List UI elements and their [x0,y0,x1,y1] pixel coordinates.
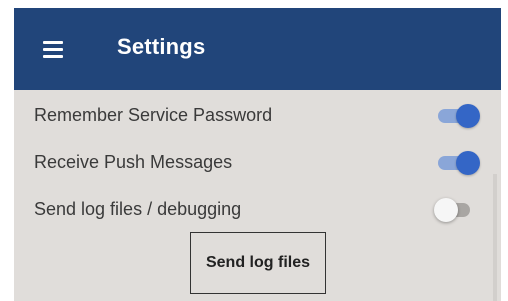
app-bar: Settings [14,8,501,90]
page-title: Settings [117,34,206,59]
scrollbar[interactable] [493,174,497,301]
settings-screen: Settings Remember Service Password Recei… [14,8,501,301]
hamburger-menu-icon[interactable] [40,37,70,59]
menu-line [43,41,63,44]
menu-line [43,55,63,58]
toggle-thumb [456,104,480,128]
remember-password-toggle[interactable] [434,104,480,128]
setting-send-logs: Send log files / debugging [14,190,501,230]
menu-line [43,48,63,51]
send-logs-toggle[interactable] [434,198,480,222]
receive-push-toggle[interactable] [434,151,480,175]
setting-label: Receive Push Messages [34,152,233,172]
toggle-thumb [456,151,480,175]
setting-receive-push: Receive Push Messages [14,143,501,183]
setting-label: Remember Service Password [34,105,273,125]
toggle-thumb [434,198,458,222]
send-log-files-button[interactable]: Send log files [190,232,326,294]
setting-label: Send log files / debugging [34,199,242,219]
setting-remember-password: Remember Service Password [14,96,501,136]
